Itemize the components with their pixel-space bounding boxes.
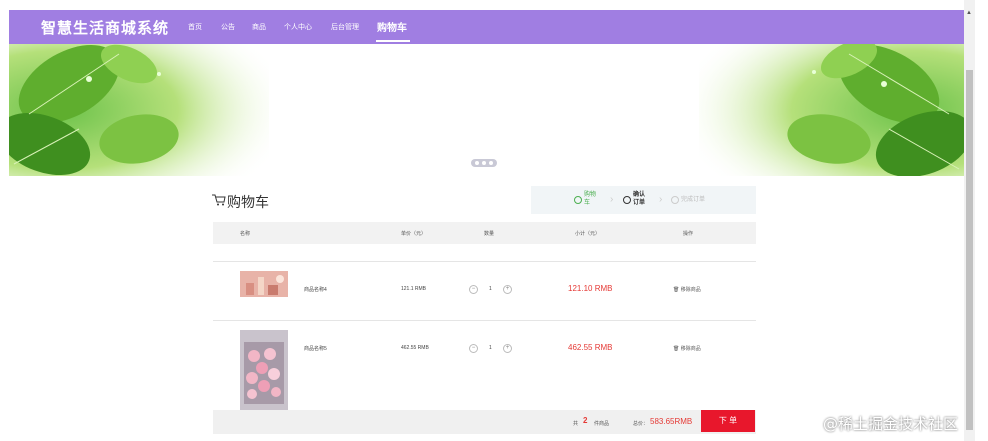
nav-cart[interactable]: 购物车: [377, 19, 407, 34]
check-circle-icon: [671, 196, 679, 204]
place-order-button[interactable]: 下 单: [701, 410, 755, 432]
total-label: 总价：: [633, 421, 649, 427]
col-price: 单价（元）: [401, 231, 427, 237]
remove-item-button[interactable]: 🗑 移除商品: [673, 345, 701, 352]
product-image[interactable]: [240, 271, 288, 297]
col-qty: 数量: [484, 231, 495, 237]
remove-item-label: 移除商品: [680, 346, 701, 352]
col-action: 操作: [683, 231, 694, 237]
plus-button[interactable]: +: [503, 285, 512, 294]
quantity-value[interactable]: 1: [489, 286, 492, 292]
remove-item-label: 移除商品: [680, 287, 701, 293]
scrollbar[interactable]: ▲: [964, 0, 975, 441]
divider: [213, 261, 756, 262]
product-image[interactable]: [240, 330, 288, 410]
carousel-dot[interactable]: [489, 161, 493, 165]
plus-button[interactable]: +: [503, 344, 512, 353]
carousel-dot[interactable]: [482, 161, 486, 165]
step-cart: 购物车: [584, 192, 597, 206]
nav-home[interactable]: 首页: [188, 22, 202, 32]
nav-admin[interactable]: 后台管理: [331, 22, 359, 32]
col-subtotal: 小计（元）: [575, 231, 601, 237]
total-price: 583.65RMB: [650, 417, 693, 426]
top-navbar: 智慧生活商城系统 首页 公告 商品 个人中心 后台管理 购物车: [9, 10, 964, 44]
cart-icon: [212, 194, 226, 206]
check-circle-icon: [574, 196, 582, 204]
chevron-right-icon: ›: [659, 194, 663, 205]
banner-leaves-image: [9, 44, 964, 176]
scrollbar-thumb[interactable]: [966, 70, 973, 430]
cart-summary-bar: 共 2 件商品 总价： 583.65RMB 下 单: [213, 410, 756, 434]
step-complete: 完成订单: [681, 197, 706, 203]
page: 智慧生活商城系统 首页 公告 商品 个人中心 后台管理 购物车 购物车 购物车 …: [9, 10, 964, 441]
chevron-right-icon: ›: [610, 194, 614, 205]
circle-icon: [623, 196, 631, 204]
trash-icon: 🗑: [673, 287, 680, 293]
product-name[interactable]: 商品名称5: [304, 345, 327, 352]
cart-title: 购物车: [227, 195, 269, 211]
minus-button[interactable]: −: [469, 285, 478, 294]
carousel-dot[interactable]: [475, 161, 479, 165]
count-suffix: 件商品: [594, 421, 610, 427]
banner-carousel[interactable]: [9, 44, 964, 176]
scroll-up-arrow-icon[interactable]: ▲: [966, 10, 972, 16]
unit-price: 462.55 RMB: [401, 345, 429, 351]
quantity-value[interactable]: 1: [489, 345, 492, 351]
carousel-indicators: [471, 159, 497, 167]
step-confirm: 确认订单: [633, 192, 646, 206]
nav-active-indicator: [376, 40, 410, 42]
nav-products[interactable]: 商品: [252, 22, 266, 32]
count-prefix: 共: [573, 421, 579, 427]
col-name: 名称: [240, 231, 251, 237]
product-name[interactable]: 商品名称4: [304, 286, 327, 293]
nav-profile[interactable]: 个人中心: [284, 22, 312, 32]
brand-title[interactable]: 智慧生活商城系统: [41, 17, 169, 38]
unit-price: 121.1 RMB: [401, 286, 427, 292]
cart-table-header: 名称 单价（元） 数量 小计（元） 操作: [213, 222, 756, 244]
trash-icon: 🗑: [673, 346, 680, 352]
nav-notice[interactable]: 公告: [221, 22, 235, 32]
minus-button[interactable]: −: [469, 344, 478, 353]
row-subtotal: 121.10 RMB: [568, 284, 613, 293]
divider: [213, 320, 756, 321]
item-count: 2: [583, 416, 588, 425]
checkout-steps: 购物车 › 确认订单 › 完成订单: [531, 186, 756, 214]
remove-item-button[interactable]: 🗑 移除商品: [673, 286, 701, 293]
row-subtotal: 462.55 RMB: [568, 343, 613, 352]
watermark: @稀土掘金技术社区: [823, 415, 959, 433]
